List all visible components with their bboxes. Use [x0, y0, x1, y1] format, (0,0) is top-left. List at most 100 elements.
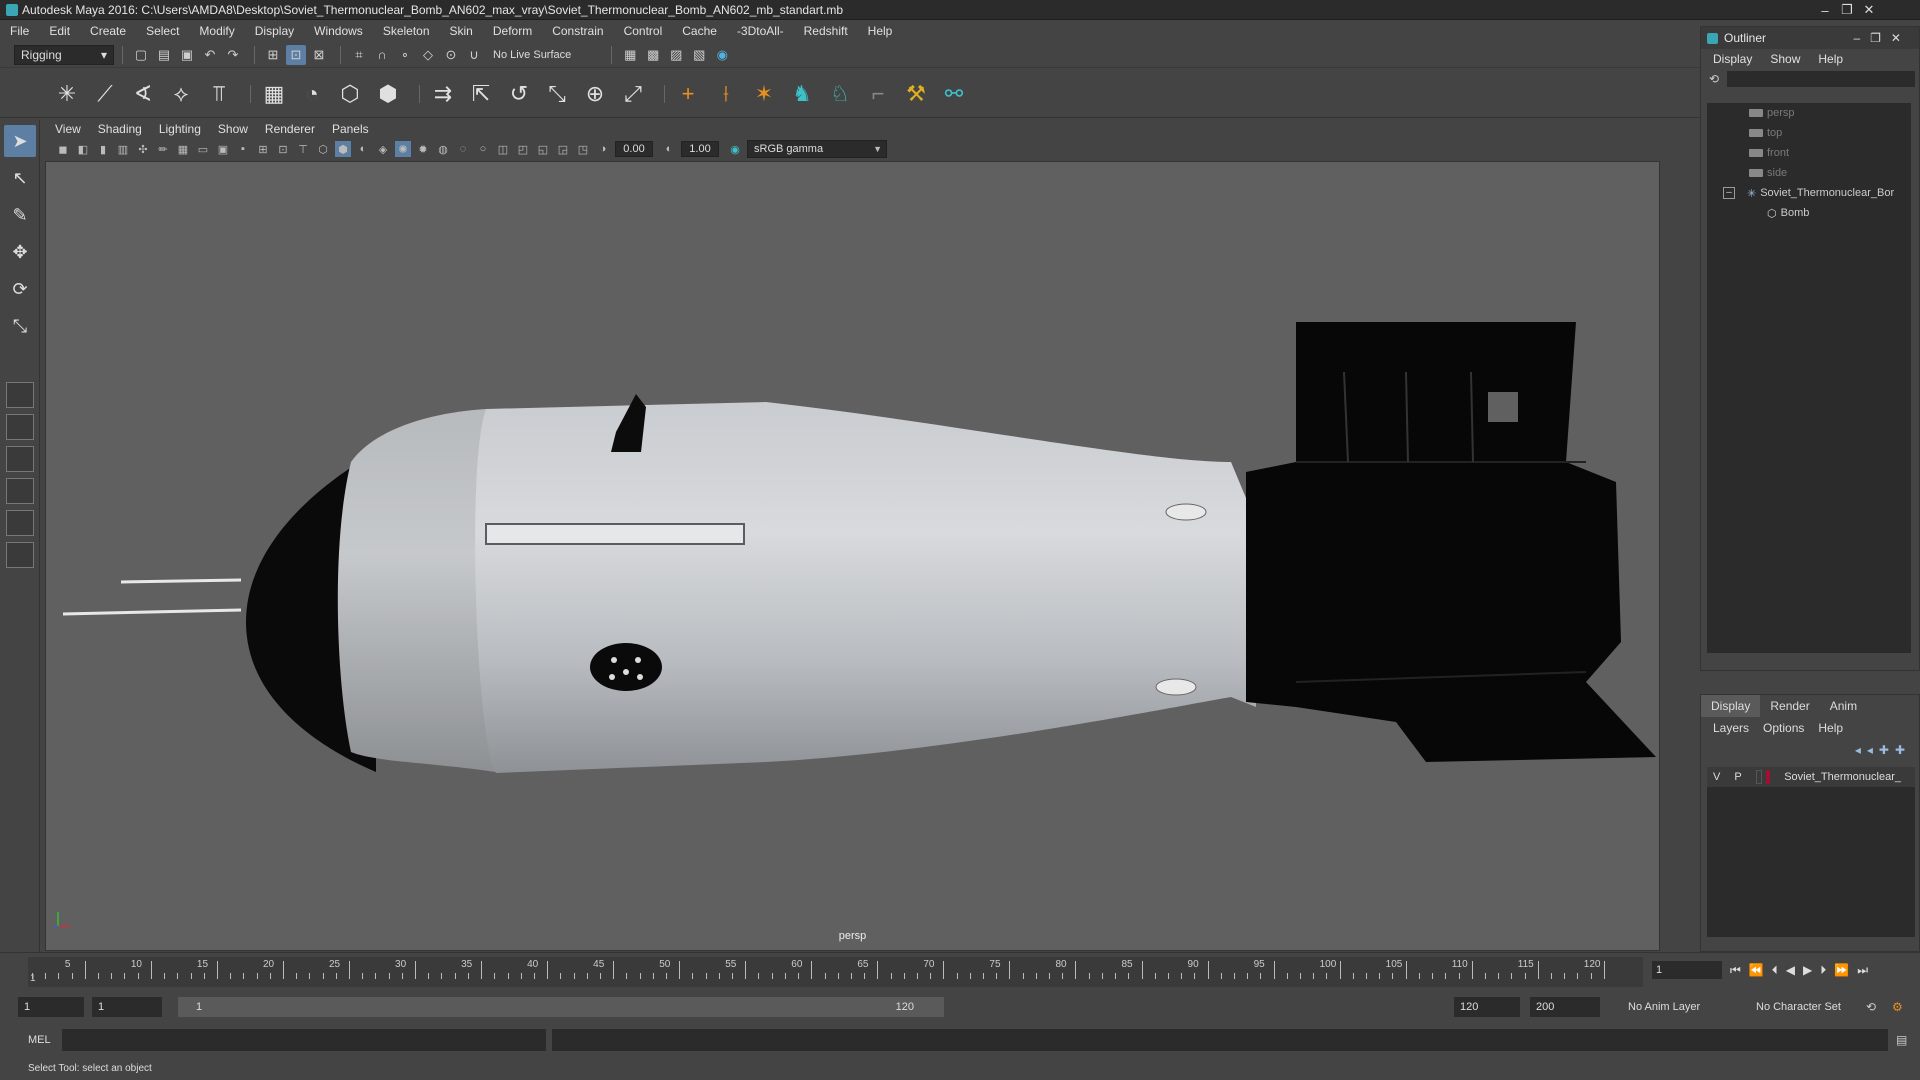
- tab-anim[interactable]: Anim: [1820, 695, 1867, 717]
- xray-joints-icon[interactable]: ◲: [555, 141, 571, 157]
- script-editor-icon[interactable]: ▤: [1896, 1033, 1907, 1047]
- hik-control-icon[interactable]: ♘: [825, 79, 855, 109]
- film-gate-icon[interactable]: ▭: [195, 141, 211, 157]
- snap-point-icon[interactable]: ∘: [395, 45, 415, 65]
- render-view-icon[interactable]: ▦: [620, 45, 640, 65]
- outliner-item-bomb[interactable]: ⬡ Bomb: [1707, 203, 1911, 223]
- hypershade-icon[interactable]: ◉: [712, 45, 732, 65]
- custom-layout-icon[interactable]: [6, 542, 34, 568]
- persp-outliner-layout-icon[interactable]: [6, 446, 34, 472]
- select-object-icon[interactable]: ⊡: [286, 44, 306, 65]
- script-language-label[interactable]: MEL: [28, 1034, 51, 1046]
- color-space-dropdown[interactable]: sRGB gamma: [747, 140, 887, 158]
- magnet-icon[interactable]: ∪: [464, 45, 484, 65]
- time-slider[interactable]: 1 5 10 15 20 25 30 35 40 45 50 55 60 65 70 75 80 85 90 95 1…: [0, 952, 1920, 990]
- rig-brush-icon[interactable]: ⚒: [901, 79, 931, 109]
- menu-select[interactable]: Select: [146, 24, 179, 38]
- range-end-field[interactable]: 120: [1454, 997, 1520, 1017]
- hik-character-icon[interactable]: ♞: [787, 79, 817, 109]
- undo-icon[interactable]: ↶: [200, 45, 220, 65]
- paint-select-icon[interactable]: ✎: [4, 199, 36, 231]
- play-forward-icon[interactable]: ▶: [1803, 963, 1812, 978]
- menu-windows[interactable]: Windows: [314, 24, 363, 38]
- gamma-field[interactable]: 1.00: [681, 141, 719, 157]
- new-scene-icon[interactable]: ▢: [131, 45, 151, 65]
- motion-blur-icon[interactable]: ◌: [455, 141, 471, 157]
- rotate-tool-icon[interactable]: ⟳: [4, 273, 36, 305]
- camera-attributes-icon[interactable]: ◧: [75, 141, 91, 157]
- soft-mod-icon[interactable]: ⬢: [373, 79, 403, 109]
- bookmark-icon[interactable]: ▮: [95, 141, 111, 157]
- layer-action-icons[interactable]: ◂◂✚✚: [1855, 743, 1911, 757]
- time-ruler[interactable]: 1 51015202530354045505560657075808590951…: [28, 957, 1643, 987]
- open-scene-icon[interactable]: ▤: [154, 45, 174, 65]
- wireframe-on-shaded-icon[interactable]: ◐: [355, 141, 371, 157]
- menu-cache[interactable]: Cache: [682, 24, 717, 38]
- hik-disabled-icon[interactable]: ⌐: [863, 79, 893, 109]
- move-tool-icon[interactable]: ✥: [4, 236, 36, 268]
- panel-menu-panels[interactable]: Panels: [332, 122, 369, 136]
- tab-render[interactable]: Render: [1760, 695, 1819, 717]
- resolution-gate-icon[interactable]: ▣: [215, 141, 231, 157]
- render-settings-icon[interactable]: ▧: [689, 45, 709, 65]
- panel-menu-show[interactable]: Show: [218, 122, 248, 136]
- cluster-icon[interactable]: ◔: [297, 79, 327, 109]
- outliner-item-root[interactable]: – ✳ Soviet_Thermonuclear_Bor: [1707, 183, 1911, 203]
- orient-joint-icon[interactable]: ⫪: [204, 79, 234, 109]
- two-d-pan-icon[interactable]: ✣: [135, 141, 151, 157]
- menu-display[interactable]: Display: [255, 24, 294, 38]
- select-hierarchy-icon[interactable]: ⊞: [263, 45, 283, 65]
- outliner-item-side[interactable]: side: [1707, 163, 1911, 183]
- menu-control[interactable]: Control: [624, 24, 663, 38]
- character-set-dropdown[interactable]: No Character Set: [1750, 997, 1860, 1017]
- lasso-tool-icon[interactable]: ↖: [4, 162, 36, 194]
- point-constraint-icon[interactable]: ⇱: [466, 79, 496, 109]
- image-plane-icon[interactable]: ▥: [115, 141, 131, 157]
- field-chart-icon[interactable]: ⊞: [255, 141, 271, 157]
- skin-bind-icon[interactable]: ⟊: [711, 79, 741, 109]
- select-component-icon[interactable]: ⊠: [309, 45, 329, 65]
- range-start-field[interactable]: 1: [92, 997, 162, 1017]
- hypershade-layout-icon[interactable]: [6, 510, 34, 536]
- snap-live-icon[interactable]: ⊙: [441, 45, 461, 65]
- layer-visibility-toggle[interactable]: V: [1713, 771, 1720, 783]
- wire-deformer-icon[interactable]: ⬡: [335, 79, 365, 109]
- layer-menu-options[interactable]: Options: [1763, 721, 1804, 735]
- outliner-search-input[interactable]: [1727, 71, 1915, 87]
- locator-icon[interactable]: +: [673, 79, 703, 109]
- save-scene-icon[interactable]: ▣: [177, 45, 197, 65]
- orient-constraint-icon[interactable]: ↺: [504, 79, 534, 109]
- panel-menu-renderer[interactable]: Renderer: [265, 122, 315, 136]
- go-to-end-icon[interactable]: ⏭: [1857, 963, 1868, 978]
- menu-3dtoall[interactable]: -3DtoAll-: [737, 24, 784, 38]
- gamma-icon[interactable]: ◐: [661, 141, 677, 157]
- menu-edit[interactable]: Edit: [49, 24, 70, 38]
- go-to-start-icon[interactable]: ⏮: [1730, 963, 1741, 978]
- layer-color-swatch[interactable]: [1765, 770, 1771, 784]
- four-view-layout-icon[interactable]: [6, 414, 34, 440]
- mirror-joint-icon[interactable]: ⟡: [166, 79, 196, 109]
- parent-constraint-icon[interactable]: ⇉: [428, 79, 458, 109]
- outliner-menu-display[interactable]: Display: [1713, 52, 1752, 66]
- screen-space-ao-icon[interactable]: ◍: [435, 141, 451, 157]
- xray-icon[interactable]: ◱: [535, 141, 551, 157]
- close-button[interactable]: ✕: [1858, 0, 1880, 20]
- anim-layer-dropdown[interactable]: No Anim Layer: [1622, 997, 1732, 1017]
- filter-icon[interactable]: ⟲: [1709, 72, 1719, 86]
- ik-handle-icon[interactable]: ⟋: [90, 79, 120, 109]
- outliner-item-top[interactable]: top: [1707, 123, 1911, 143]
- grid-icon[interactable]: ▦: [175, 141, 191, 157]
- redo-icon[interactable]: ↷: [223, 45, 243, 65]
- outliner-item-persp[interactable]: persp: [1707, 103, 1911, 123]
- multisample-aa-icon[interactable]: ○: [475, 141, 491, 157]
- panel-menu-shading[interactable]: Shading: [98, 122, 142, 136]
- gate-mask-icon[interactable]: ▪: [235, 141, 251, 157]
- layer-type-toggle[interactable]: [1755, 770, 1762, 784]
- exposure-icon[interactable]: ◑: [595, 141, 611, 157]
- end-time-field[interactable]: 200: [1530, 997, 1600, 1017]
- menuset-dropdown[interactable]: Rigging ▾: [14, 44, 114, 65]
- camera-select-icon[interactable]: ◼: [55, 141, 71, 157]
- step-forward-frame-icon[interactable]: ⏵: [1820, 963, 1826, 978]
- step-forward-key-icon[interactable]: ⏩: [1834, 963, 1849, 978]
- layer-row[interactable]: V P Soviet_Thermonuclear_: [1707, 767, 1915, 787]
